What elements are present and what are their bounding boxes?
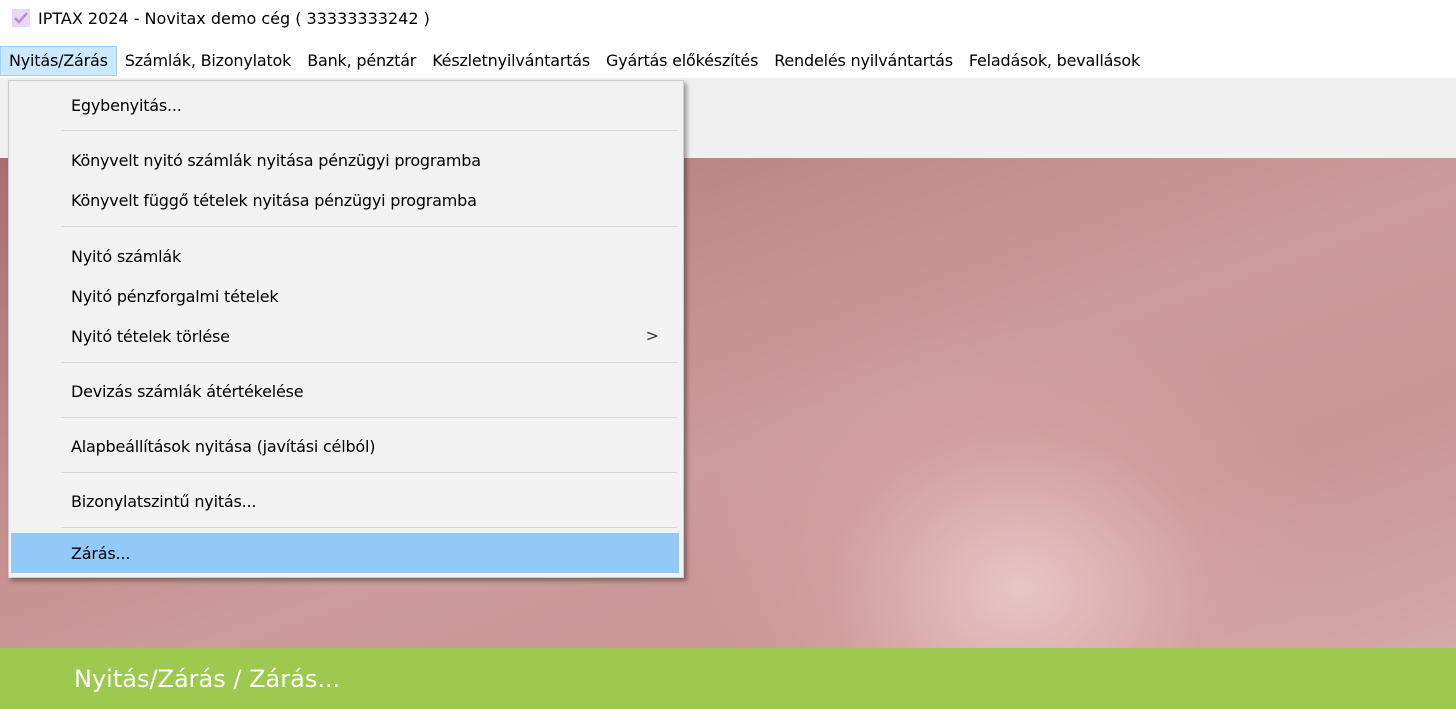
menu-rendeles-nyilvantartas[interactable]: Rendelés nyilvántartás (766, 46, 961, 76)
menu-item-zaras[interactable]: Zárás... (11, 533, 679, 573)
window-title: IPTAX 2024 - Novitax demo cég ( 33333333… (38, 8, 430, 28)
menu-item-label: Devizás számlák átértékelése (71, 381, 304, 401)
menu-nyitas-zaras[interactable]: Nyitás/Zárás (0, 46, 117, 76)
menu-item-label: Nyitó pénzforgalmi tételek (71, 286, 279, 306)
menu-szamlak-bizonylatok[interactable]: Számlák, Bizonylatok (117, 46, 299, 76)
menu-item-label: Alapbeállítások nyitása (javítási célból… (71, 436, 376, 456)
menu-separator (61, 130, 677, 131)
menu-item-bizonylatszintu-nyitas[interactable]: Bizonylatszintű nyitás... (11, 483, 679, 519)
menu-item-label: Bizonylatszintű nyitás... (71, 491, 257, 511)
menu-item-label: Egybenyitás... (71, 95, 182, 115)
menu-gyartas-elokeszites[interactable]: Gyártás előkészítés (598, 46, 766, 76)
menu-item-alapbeallitasok-nyitasa[interactable]: Alapbeállítások nyitása (javítási célból… (11, 428, 679, 464)
menu-item-label: Nyitó tételek törlése (71, 326, 230, 346)
menu-keszletnyilvantartas[interactable]: Készletnyilvántartás (424, 46, 598, 76)
menu-item-label: Könyvelt függő tételek nyitása pénzügyi … (71, 190, 477, 210)
checkmark-icon (12, 9, 30, 27)
menu-separator (61, 472, 677, 473)
menu-item-label: Nyitó számlák (71, 246, 182, 266)
menu-separator (61, 362, 677, 363)
menu-item-label: Könyvelt nyitó számlák nyitása pénzügyi … (71, 150, 481, 170)
menu-separator (61, 226, 677, 227)
menu-item-devizas-szamlak-atertekelese[interactable]: Devizás számlák átértékelése (11, 373, 679, 409)
menu-item-konyvelt-nyito-szamlak[interactable]: Könyvelt nyitó számlák nyitása pénzügyi … (11, 142, 679, 178)
menu-item-egybenyitas[interactable]: Egybenyitás... (11, 87, 679, 123)
menu-item-label: Zárás... (71, 543, 131, 563)
menu-separator (61, 527, 677, 528)
menu-item-konyvelt-fuggo-tetelek[interactable]: Könyvelt függő tételek nyitása pénzügyi … (11, 182, 679, 218)
status-bar: Nyitás/Zárás / Zárás... (0, 648, 1456, 709)
chevron-right-icon: > (645, 326, 659, 345)
menu-item-nyito-penzforgalmi-tetelek[interactable]: Nyitó pénzforgalmi tételek (11, 278, 679, 314)
menu-bank-penztar[interactable]: Bank, pénztár (299, 46, 424, 76)
menu-item-nyito-szamlak[interactable]: Nyitó számlák (11, 238, 679, 274)
menu-separator (61, 417, 677, 418)
menu-item-nyito-tetelek-torlese[interactable]: Nyitó tételek törlése > (11, 318, 679, 354)
menu-bar: Nyitás/Zárás Számlák, Bizonylatok Bank, … (0, 44, 1456, 78)
menu-feladasok-bevallasok[interactable]: Feladások, bevallások (961, 46, 1148, 76)
nyitas-zaras-dropdown-menu: Egybenyitás... Könyvelt nyitó számlák ny… (8, 80, 684, 578)
title-bar: IPTAX 2024 - Novitax demo cég ( 33333333… (0, 0, 1456, 36)
status-breadcrumb: Nyitás/Zárás / Zárás... (74, 664, 341, 693)
